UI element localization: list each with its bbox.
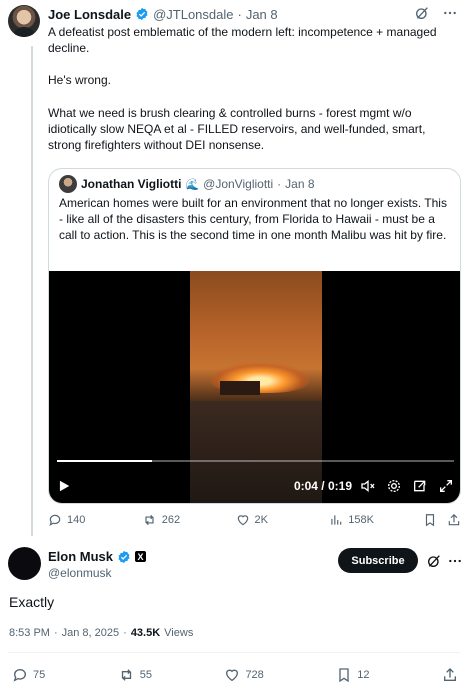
- separator-dot: ·: [53, 627, 58, 639]
- tweet-meta-line: 8:53 PM · Jan 8, 2025 · 43.5K Views: [9, 627, 193, 639]
- repost-icon: [145, 514, 154, 526]
- bookmark-button[interactable]: 12: [336, 667, 370, 683]
- reply-button[interactable]: 140: [48, 513, 142, 527]
- views-count: 43.5K: [130, 627, 161, 639]
- quoted-avatar[interactable]: [59, 175, 77, 193]
- play-icon[interactable]: [57, 479, 71, 493]
- like-count: 728: [245, 669, 264, 681]
- tweet-time[interactable]: 8:53 PM: [9, 627, 50, 639]
- repost-icon: [121, 669, 131, 681]
- more-options-icon[interactable]: [448, 553, 462, 569]
- main-tweet-action-bar: 75 55 728 12: [12, 667, 458, 683]
- tweet-text-paragraph: What we need is brush clearing & control…: [48, 106, 426, 152]
- author-handle[interactable]: @elonmusk: [48, 566, 112, 580]
- author-handle[interactable]: @JTLonsdale: [153, 7, 233, 22]
- bookmark-icon: [339, 668, 349, 683]
- divider: [8, 652, 460, 653]
- avatar[interactable]: [8, 547, 41, 580]
- author-name[interactable]: Elon Musk: [48, 549, 113, 564]
- separator-dot: ·: [123, 627, 127, 639]
- quoted-tweet-date[interactable]: Jan 8: [285, 177, 314, 191]
- like-button[interactable]: 728: [224, 667, 264, 683]
- video-progress-bar[interactable]: [57, 460, 454, 462]
- author-name[interactable]: Joe Lonsdale: [48, 7, 131, 22]
- repost-button[interactable]: 55: [118, 667, 152, 683]
- heart-icon: [237, 515, 248, 526]
- grok-icon[interactable]: [414, 5, 430, 21]
- mute-icon[interactable]: [360, 478, 376, 494]
- reply-count: 75: [33, 669, 46, 681]
- thread-connector-line: [31, 46, 33, 536]
- main-tweet-text: Exactly: [9, 594, 55, 610]
- bookmark-count: 12: [357, 669, 370, 681]
- separator-dot: ·: [277, 177, 282, 191]
- video-frame: [190, 271, 322, 503]
- video-controls: 0:04 / 0:19: [57, 475, 454, 497]
- share-icon[interactable]: [442, 667, 458, 683]
- parent-tweet-top-actions: [414, 5, 458, 21]
- like-count: 2K: [254, 514, 268, 526]
- tweet-text-paragraph: A defeatist post emblematic of the moder…: [48, 25, 437, 55]
- quoted-tweet-text: American homes were built for an environ…: [59, 196, 447, 242]
- like-button[interactable]: 2K: [236, 513, 330, 527]
- fullscreen-icon[interactable]: [438, 478, 454, 494]
- tweet-text-paragraph: He's wrong.: [48, 73, 111, 87]
- repost-count: 262: [161, 514, 181, 526]
- quoted-author-name[interactable]: Jonathan Vigliotti: [81, 177, 181, 191]
- bookmark-icon[interactable]: [423, 513, 437, 527]
- repost-count: 55: [139, 669, 152, 681]
- quoted-tweet-card[interactable]: Jonathan Vigliotti 🌊 @JonVigliotti · Jan…: [48, 168, 461, 504]
- reply-icon: [49, 514, 61, 526]
- views-chart-icon: [331, 515, 342, 525]
- views-button[interactable]: 158K: [329, 513, 423, 527]
- parent-tweet-action-bar: 140 262 2K 158K: [48, 513, 461, 527]
- tweet-date[interactable]: Jan 8, 2025: [62, 627, 120, 639]
- verified-badge-icon: [118, 550, 130, 563]
- reply-count: 140: [67, 514, 86, 526]
- x-affiliation-badge: X: [135, 551, 147, 562]
- quoted-tweet-header: Jonathan Vigliotti 🌊 @JonVigliotti · Jan…: [59, 174, 315, 194]
- video-progress-fill: [57, 460, 153, 462]
- more-options-icon[interactable]: [442, 5, 458, 21]
- verified-badge-icon: [136, 7, 148, 21]
- view-count: 158K: [348, 514, 374, 526]
- wave-emoji-icon: 🌊: [185, 178, 200, 191]
- avatar[interactable]: [8, 5, 40, 37]
- tweet-date[interactable]: Jan 8: [246, 7, 278, 22]
- main-tweet-top-actions: [426, 553, 442, 569]
- reply-button[interactable]: 75: [12, 667, 45, 683]
- main-tweet-author-line: Elon Musk X: [48, 549, 147, 564]
- views-label: Views: [164, 627, 194, 639]
- quoted-author-handle[interactable]: @JonVigliotti: [203, 177, 273, 191]
- separator-dot: ·: [237, 6, 242, 22]
- settings-gear-icon[interactable]: [386, 478, 402, 494]
- grok-icon[interactable]: [426, 553, 442, 569]
- repost-button[interactable]: 262: [142, 513, 236, 527]
- video-time: 0:04 / 0:19: [293, 479, 352, 493]
- share-icon[interactable]: [447, 513, 461, 527]
- burning-house: [220, 381, 260, 395]
- subscribe-button[interactable]: Subscribe: [338, 548, 418, 573]
- reply-icon: [13, 669, 26, 682]
- picture-in-picture-icon[interactable]: [412, 478, 428, 494]
- parent-tweet-header: Joe Lonsdale @JTLonsdale · Jan 8: [48, 5, 278, 23]
- heart-icon: [226, 669, 239, 682]
- video-player[interactable]: 0:04 / 0:19: [49, 271, 460, 503]
